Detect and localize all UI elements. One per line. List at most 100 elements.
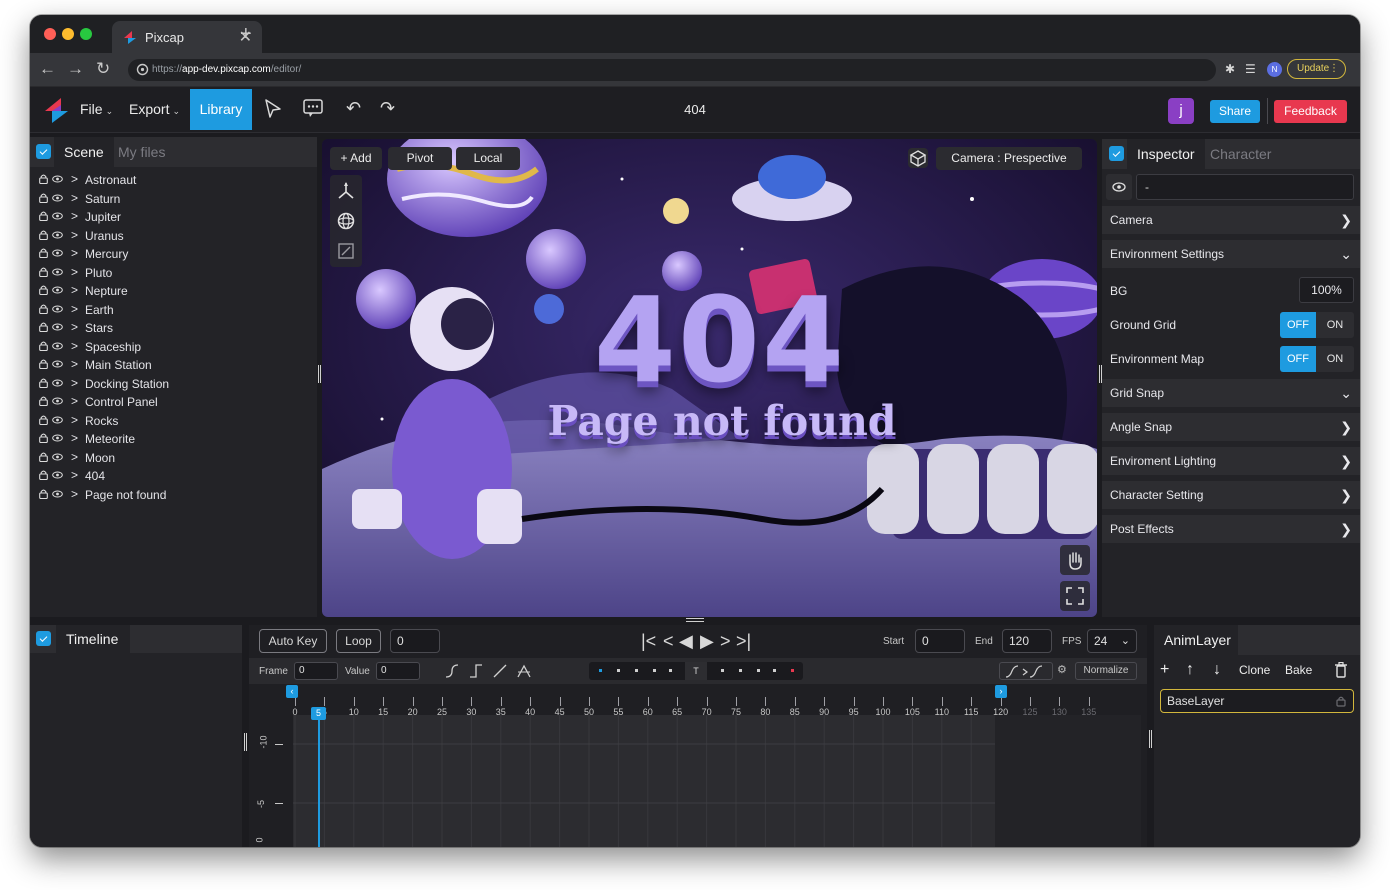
add-object-button[interactable]: + Add bbox=[330, 147, 382, 170]
scene-item[interactable]: > Earth bbox=[30, 301, 317, 320]
keyframe-strip[interactable]: T bbox=[589, 662, 803, 680]
lock-icon[interactable] bbox=[39, 452, 48, 462]
eye-icon[interactable] bbox=[52, 416, 63, 424]
scene-item[interactable]: > Meteorite bbox=[30, 430, 317, 449]
expand-arrow-icon[interactable]: > bbox=[71, 191, 78, 205]
expand-arrow-icon[interactable]: > bbox=[71, 265, 78, 279]
bake-button[interactable]: Bake bbox=[1285, 663, 1312, 677]
eye-icon[interactable] bbox=[52, 360, 63, 368]
playhead[interactable] bbox=[318, 711, 320, 847]
lock-icon[interactable] bbox=[39, 359, 48, 369]
eye-icon[interactable] bbox=[52, 286, 63, 294]
keyframe-dot[interactable] bbox=[617, 669, 620, 672]
expand-arrow-icon[interactable]: > bbox=[71, 413, 78, 427]
new-tab-icon[interactable]: + bbox=[240, 24, 252, 44]
keyframe-dot[interactable] bbox=[669, 669, 672, 672]
tab-animlayer[interactable]: AnimLayer bbox=[1154, 625, 1238, 655]
eye-icon[interactable] bbox=[52, 453, 63, 461]
pixcap-logo-icon[interactable] bbox=[42, 95, 70, 125]
timeline-checkbox[interactable] bbox=[36, 631, 51, 646]
lock-icon[interactable] bbox=[39, 415, 48, 425]
eye-icon[interactable] bbox=[52, 194, 63, 202]
current-frame-input[interactable]: 0 bbox=[390, 629, 440, 653]
move-axes-icon[interactable] bbox=[336, 181, 356, 201]
expand-arrow-icon[interactable]: > bbox=[71, 431, 78, 445]
base-layer-item[interactable]: BaseLayer bbox=[1160, 689, 1354, 713]
play-reverse-icon[interactable]: ◀ bbox=[679, 629, 693, 653]
keyframe-dot[interactable] bbox=[739, 669, 742, 672]
scene-item[interactable]: > Moon bbox=[30, 449, 317, 468]
keyframe-dot[interactable] bbox=[721, 669, 724, 672]
expand-arrow-icon[interactable]: > bbox=[71, 209, 78, 223]
scene-item[interactable]: > Saturn bbox=[30, 190, 317, 209]
environment-map-on[interactable]: ON bbox=[1316, 346, 1354, 372]
move-layer-up-icon[interactable]: ↑ bbox=[1186, 661, 1194, 679]
comment-icon[interactable] bbox=[302, 98, 324, 118]
eye-icon[interactable] bbox=[52, 231, 63, 239]
lock-icon[interactable] bbox=[39, 211, 48, 221]
scene-item[interactable]: > Jupiter bbox=[30, 208, 317, 227]
lock-icon[interactable] bbox=[39, 248, 48, 258]
update-button[interactable]: Update ⋮ bbox=[1287, 59, 1346, 79]
scene-item[interactable]: > Nepture bbox=[30, 282, 317, 301]
lock-icon[interactable] bbox=[39, 322, 48, 332]
eye-icon[interactable] bbox=[52, 212, 63, 220]
ground-grid-toggle[interactable]: OFF ON bbox=[1280, 312, 1354, 338]
share-button[interactable]: Share bbox=[1210, 100, 1260, 123]
add-layer-icon[interactable]: + bbox=[1160, 661, 1169, 679]
scene-item[interactable]: > Spaceship bbox=[30, 338, 317, 357]
expand-arrow-icon[interactable]: > bbox=[71, 468, 78, 482]
lock-icon[interactable] bbox=[39, 489, 48, 499]
select-pointer-icon[interactable] bbox=[263, 98, 283, 120]
bg-opacity-input[interactable]: 100% bbox=[1299, 277, 1354, 303]
fps-select[interactable]: 24 ⌄ bbox=[1087, 629, 1137, 653]
fullscreen-icon[interactable] bbox=[1060, 581, 1090, 611]
expand-arrow-icon[interactable]: > bbox=[71, 283, 78, 297]
pan-hand-icon[interactable] bbox=[1060, 545, 1090, 575]
lock-icon[interactable] bbox=[39, 193, 48, 203]
scene-item[interactable]: > Astronaut bbox=[30, 171, 317, 190]
scene-item[interactable]: > Page not found bbox=[30, 486, 317, 505]
expand-arrow-icon[interactable]: > bbox=[71, 228, 78, 242]
maximize-window-button[interactable] bbox=[80, 28, 92, 40]
expand-arrow-icon[interactable]: > bbox=[71, 246, 78, 260]
scene-item[interactable]: > Control Panel bbox=[30, 393, 317, 412]
start-frame-input[interactable]: 0 bbox=[915, 629, 965, 653]
expand-arrow-icon[interactable]: > bbox=[71, 450, 78, 464]
lock-icon[interactable] bbox=[39, 341, 48, 351]
keyframe-dot[interactable] bbox=[791, 669, 794, 672]
scale-icon[interactable] bbox=[336, 241, 356, 261]
scene-item[interactable]: > Rocks bbox=[30, 412, 317, 431]
keyframe-dot[interactable] bbox=[635, 669, 638, 672]
scene-item[interactable]: > Uranus bbox=[30, 227, 317, 246]
inspector-panel-checkbox[interactable] bbox=[1109, 146, 1124, 161]
reading-list-icon[interactable]: ☰ bbox=[1245, 62, 1256, 76]
play-icon[interactable]: ▶ bbox=[700, 629, 714, 653]
clone-button[interactable]: Clone bbox=[1239, 663, 1270, 677]
reload-icon[interactable]: ↻ bbox=[96, 59, 110, 79]
angle-snap-section[interactable]: Angle Snap ❯ bbox=[1102, 413, 1360, 441]
range-end-handle[interactable]: › bbox=[995, 685, 1007, 698]
file-menu[interactable]: File ⌄ bbox=[80, 101, 113, 117]
scene-item[interactable]: > Pluto bbox=[30, 264, 317, 283]
expand-arrow-icon[interactable]: > bbox=[71, 376, 78, 390]
end-frame-input[interactable]: 120 bbox=[1002, 629, 1052, 653]
eye-icon[interactable] bbox=[52, 323, 63, 331]
minimize-window-button[interactable] bbox=[62, 28, 74, 40]
export-menu[interactable]: Export ⌄ bbox=[129, 101, 180, 117]
animlayer-resize-handle[interactable] bbox=[1149, 730, 1152, 748]
auto-key-button[interactable]: Auto Key bbox=[259, 629, 327, 653]
lock-icon[interactable] bbox=[39, 230, 48, 240]
left-panel-resize-handle[interactable] bbox=[318, 365, 321, 383]
layer-lock-icon[interactable] bbox=[1335, 695, 1347, 707]
timeline-resize-handle[interactable] bbox=[686, 618, 704, 622]
camera-selector[interactable]: Camera : Prespective bbox=[936, 147, 1082, 170]
normalize-button[interactable]: Normalize bbox=[1075, 662, 1137, 680]
step-back-icon[interactable]: < bbox=[663, 629, 674, 653]
keyframe-dot[interactable] bbox=[773, 669, 776, 672]
rotate-icon[interactable] bbox=[336, 211, 356, 231]
expand-arrow-icon[interactable]: > bbox=[71, 172, 78, 186]
tab-inspector[interactable]: Inspector bbox=[1127, 139, 1205, 169]
eye-icon[interactable] bbox=[52, 434, 63, 442]
visibility-eye-icon[interactable] bbox=[1106, 174, 1132, 200]
